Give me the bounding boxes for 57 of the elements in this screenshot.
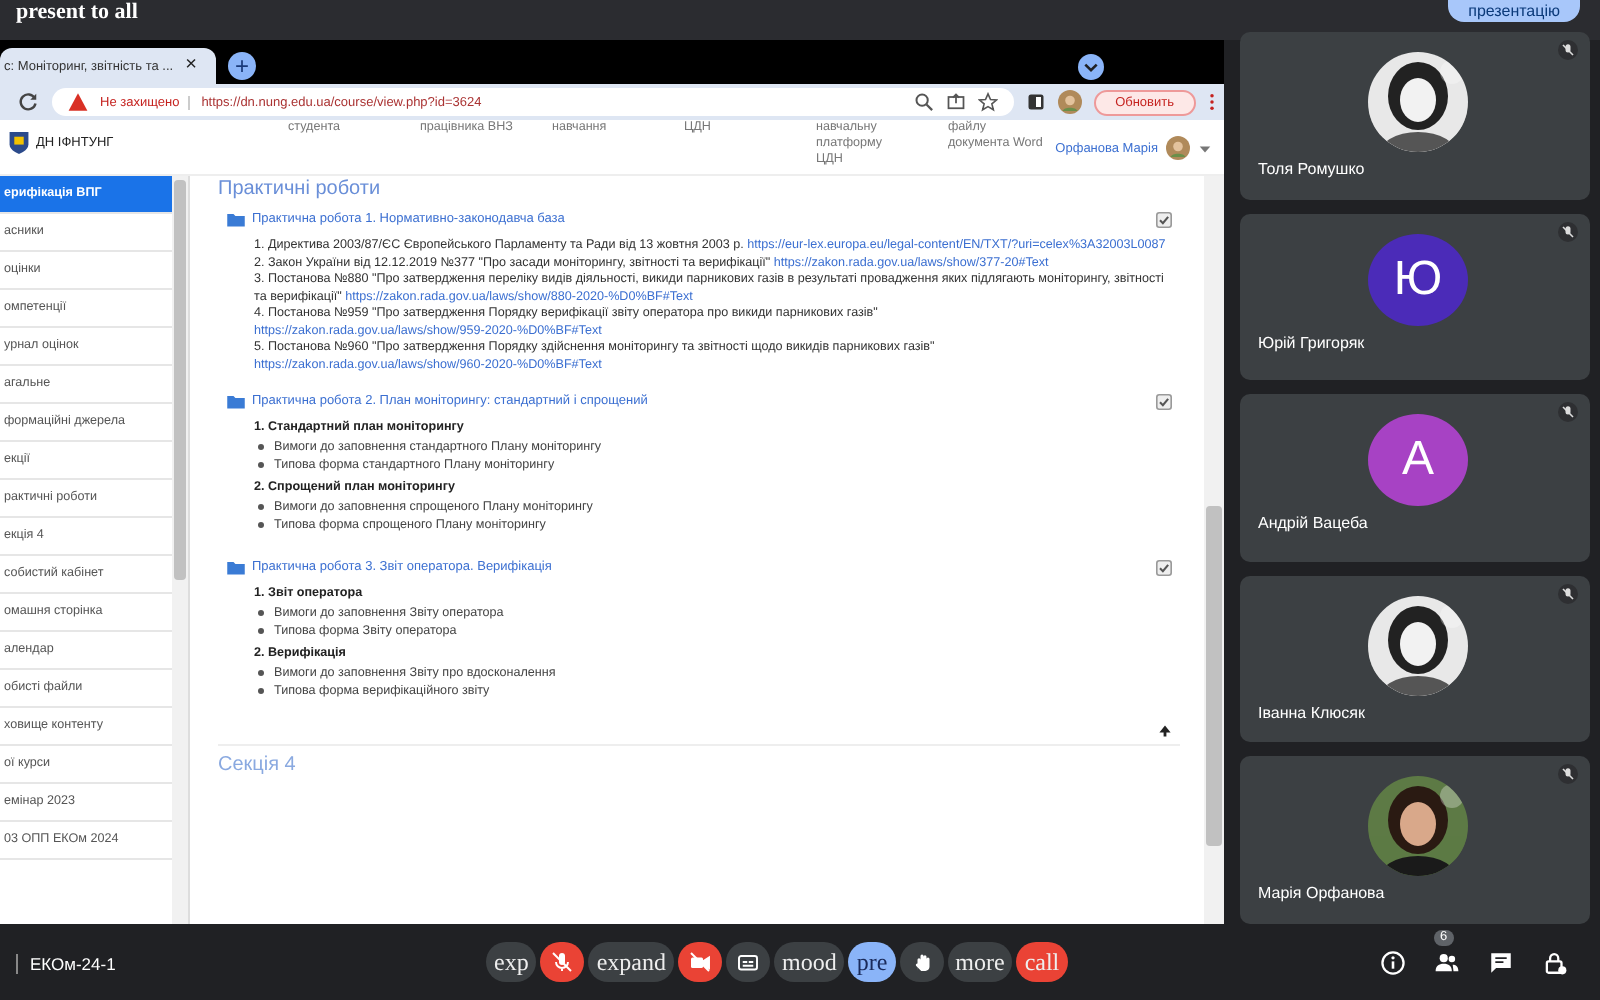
avatar-icon[interactable]: [1166, 136, 1190, 160]
control-button[interactable]: pre: [848, 942, 896, 982]
mic-off-icon: [550, 950, 575, 974]
bullet-icon: [258, 670, 264, 676]
meeting-name: ЕКОм-24-1: [16, 954, 116, 974]
control-button[interactable]: [725, 942, 770, 982]
star-icon[interactable]: [977, 92, 998, 112]
chat-icon[interactable]: [1488, 949, 1514, 975]
bullet-icon: [258, 522, 264, 528]
folder-icon: [226, 558, 246, 576]
caret-icon[interactable]: [1198, 141, 1212, 155]
bullet-icon: [258, 462, 264, 468]
participant-name: Іванна Клюсяк: [1258, 703, 1367, 722]
control-button[interactable]: [899, 942, 944, 982]
search-icon[interactable]: [913, 92, 934, 112]
avatar: А: [1368, 414, 1468, 507]
avatar-icon[interactable]: [1057, 90, 1082, 114]
avatar: Ю: [1368, 233, 1468, 326]
checkbox[interactable]: [1156, 559, 1172, 575]
bullet-icon: [258, 444, 264, 450]
captions-icon: [735, 950, 760, 974]
reload-icon[interactable]: [16, 90, 40, 114]
scrollbar[interactable]: [1204, 176, 1224, 924]
shield-icon: [8, 130, 30, 156]
camera-off-icon: [687, 950, 712, 974]
bullet-icon: [258, 504, 264, 510]
checkbox[interactable]: [1156, 211, 1172, 227]
more-vertical-icon[interactable]: [1208, 92, 1216, 112]
control-button[interactable]: more: [947, 942, 1013, 982]
control-button[interactable]: mood: [773, 942, 845, 982]
new-tab-button[interactable]: +: [228, 52, 256, 80]
control-button[interactable]: [540, 942, 585, 982]
present-label: present to all: [16, 0, 138, 26]
bullet-icon: [258, 610, 264, 616]
warning-icon: [68, 92, 88, 112]
bullet-icon: [258, 628, 264, 634]
present-button[interactable]: презентацію: [1448, 0, 1580, 22]
checkbox[interactable]: [1156, 393, 1172, 409]
folder-icon: [226, 210, 246, 228]
chevron-down-icon[interactable]: [1078, 54, 1104, 80]
info-icon[interactable]: [1380, 949, 1406, 975]
arrow-up-icon[interactable]: [1158, 724, 1172, 738]
folder-icon: [226, 392, 246, 410]
participant-name: Толя Ромушко: [1258, 160, 1367, 178]
control-button[interactable]: [677, 942, 722, 982]
lock-person-icon[interactable]: [1542, 949, 1568, 975]
share-icon[interactable]: [945, 92, 966, 112]
scrollbar[interactable]: [172, 176, 188, 924]
bullet-icon: [258, 688, 264, 694]
sidebar-panel-icon[interactable]: [1025, 92, 1046, 112]
people-icon[interactable]: [1434, 949, 1460, 975]
participant-name: Андрій Вацеба: [1258, 514, 1370, 533]
control-button[interactable]: expand: [588, 942, 674, 982]
participant-name: Марія Орфанова: [1258, 884, 1387, 903]
close-button[interactable]: ×: [185, 56, 197, 76]
participant-name: Юрій Григоряк: [1258, 333, 1367, 352]
control-button[interactable]: exp: [486, 942, 537, 982]
